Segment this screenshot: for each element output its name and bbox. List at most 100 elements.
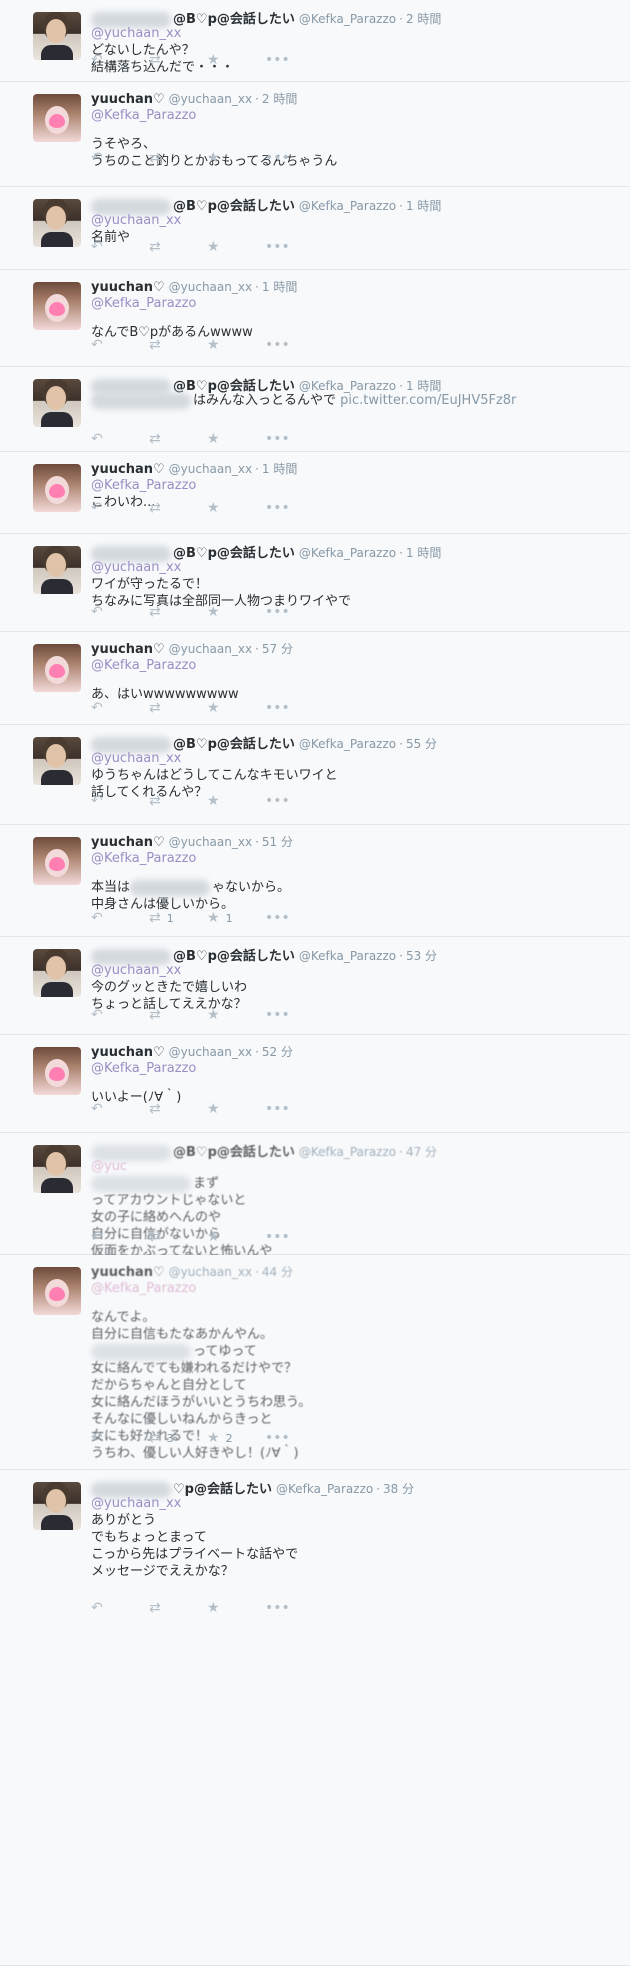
mention-link[interactable]: @yuchaan_xx <box>91 559 351 576</box>
more-button[interactable]: ••• <box>265 337 323 353</box>
reply-button[interactable]: ↶ <box>91 1229 149 1245</box>
avatar[interactable] <box>33 949 81 997</box>
display-name[interactable]: yuuchan♡ <box>91 280 165 295</box>
retweet-button[interactable]: ⇄ <box>149 239 207 255</box>
more-button[interactable]: ••• <box>265 1101 323 1117</box>
username[interactable]: @yuchaan_xx <box>169 642 252 656</box>
reply-button[interactable]: ↶ <box>91 239 149 255</box>
reply-button[interactable]: ↶ <box>91 52 149 68</box>
timestamp[interactable]: 47 分 <box>406 1145 437 1159</box>
timestamp[interactable]: 2 時間 <box>406 12 441 26</box>
reply-button[interactable]: ↶ <box>91 1430 149 1446</box>
favorite-button[interactable]: ★ <box>207 1229 265 1245</box>
mention-link[interactable]: @yuchaan_xx <box>91 750 338 767</box>
reply-button[interactable]: ↶ <box>91 793 149 809</box>
more-button[interactable]: ••• <box>265 500 323 516</box>
more-button[interactable]: ••• <box>265 52 323 68</box>
timestamp[interactable]: 51 分 <box>262 835 293 849</box>
display-name[interactable]: @B♡p@会話したい <box>173 199 295 214</box>
mention-link[interactable]: @yuc <box>91 1158 272 1175</box>
retweet-button[interactable]: ⇄ 1 <box>149 910 207 926</box>
mention-link[interactable]: @Kefka_Parazzo <box>91 657 239 674</box>
more-button[interactable]: ••• <box>265 150 323 166</box>
reply-button[interactable]: ↶ <box>91 1600 149 1616</box>
avatar[interactable] <box>33 12 81 60</box>
more-button[interactable]: ••• <box>265 604 323 620</box>
mention-link[interactable]: @Kefka_Parazzo <box>91 1060 196 1077</box>
username[interactable]: @yuchaan_xx <box>169 1045 252 1059</box>
favorite-button[interactable]: ★ <box>207 52 265 68</box>
avatar[interactable] <box>33 1482 81 1530</box>
reply-button[interactable]: ↶ <box>91 431 149 447</box>
username[interactable]: @yuchaan_xx <box>169 462 252 476</box>
username[interactable]: @Kefka_Parazzo <box>299 199 396 213</box>
retweet-button[interactable]: ⇄ <box>149 1600 207 1616</box>
reply-button[interactable]: ↶ <box>91 337 149 353</box>
reply-button[interactable]: ↶ <box>91 1007 149 1023</box>
avatar[interactable] <box>33 282 81 330</box>
more-button[interactable]: ••• <box>265 700 323 716</box>
retweet-button[interactable]: ⇄ <box>149 150 207 166</box>
timestamp[interactable]: 57 分 <box>262 642 293 656</box>
username[interactable]: @Kefka_Parazzo <box>299 949 396 963</box>
username[interactable]: @yuchaan_xx <box>169 835 252 849</box>
retweet-button[interactable]: ⇄ <box>149 1229 207 1245</box>
timestamp[interactable]: 1 時間 <box>262 280 297 294</box>
more-button[interactable]: ••• <box>265 431 323 447</box>
more-button[interactable]: ••• <box>265 1600 323 1616</box>
favorite-button[interactable]: ★ <box>207 239 265 255</box>
avatar[interactable] <box>33 644 81 692</box>
retweet-button[interactable]: ⇄ <box>149 1101 207 1117</box>
avatar[interactable] <box>33 837 81 885</box>
more-button[interactable]: ••• <box>265 793 323 809</box>
retweet-button[interactable]: ⇄ <box>149 52 207 68</box>
retweet-button[interactable]: ⇄ <box>149 793 207 809</box>
favorite-button[interactable]: ★ 1 <box>207 910 265 926</box>
reply-button[interactable]: ↶ <box>91 910 149 926</box>
avatar[interactable] <box>33 199 81 247</box>
more-button[interactable]: ••• <box>265 1229 323 1245</box>
mention-link[interactable]: @yuchaan_xx <box>91 1495 298 1512</box>
avatar[interactable] <box>33 1267 81 1315</box>
retweet-button[interactable]: ⇄ 3 <box>149 1430 207 1446</box>
avatar[interactable] <box>33 546 81 594</box>
favorite-button[interactable]: ★ <box>207 431 265 447</box>
timestamp[interactable]: 1 時間 <box>406 546 441 560</box>
timestamp[interactable]: 55 分 <box>406 737 437 751</box>
mention-link[interactable]: @yuchaan_xx <box>91 962 247 979</box>
timestamp[interactable]: 1 時間 <box>406 379 441 393</box>
more-button[interactable]: ••• <box>265 1430 323 1446</box>
avatar[interactable] <box>33 94 81 142</box>
favorite-button[interactable]: ★ <box>207 604 265 620</box>
favorite-button[interactable]: ★ 2 <box>207 1430 265 1446</box>
reply-button[interactable]: ↶ <box>91 604 149 620</box>
username[interactable]: @Kefka_Parazzo <box>299 379 396 393</box>
display-name[interactable]: yuuchan♡ <box>91 835 165 850</box>
more-button[interactable]: ••• <box>265 1007 323 1023</box>
display-name[interactable]: yuuchan♡ <box>91 462 165 477</box>
avatar[interactable] <box>33 737 81 785</box>
display-name[interactable]: yuuchan♡ <box>91 642 165 657</box>
mention-link[interactable]: @Kefka_Parazzo <box>91 850 290 867</box>
more-button[interactable]: ••• <box>265 910 323 926</box>
reply-button[interactable]: ↶ <box>91 1101 149 1117</box>
mention-link[interactable]: @yuchaan_xx <box>91 212 181 229</box>
favorite-button[interactable]: ★ <box>207 1101 265 1117</box>
retweet-button[interactable]: ⇄ <box>149 431 207 447</box>
username[interactable]: @yuchaan_xx <box>169 1265 252 1279</box>
mention-link[interactable]: @yuchaan_xx <box>91 25 234 42</box>
username[interactable]: @Kefka_Parazzo <box>299 737 396 751</box>
timestamp[interactable]: 52 分 <box>262 1045 293 1059</box>
mention-link[interactable]: @Kefka_Parazzo <box>91 1280 311 1297</box>
retweet-button[interactable]: ⇄ <box>149 700 207 716</box>
timestamp[interactable]: 2 時間 <box>262 92 297 106</box>
favorite-button[interactable]: ★ <box>207 700 265 716</box>
favorite-button[interactable]: ★ <box>207 1007 265 1023</box>
avatar[interactable] <box>33 379 81 427</box>
retweet-button[interactable]: ⇄ <box>149 337 207 353</box>
username[interactable]: @Kefka_Parazzo <box>299 546 396 560</box>
favorite-button[interactable]: ★ <box>207 150 265 166</box>
timestamp[interactable]: 44 分 <box>262 1265 293 1279</box>
display-name[interactable]: yuuchan♡ <box>91 92 165 107</box>
timestamp[interactable]: 1 時間 <box>406 199 441 213</box>
